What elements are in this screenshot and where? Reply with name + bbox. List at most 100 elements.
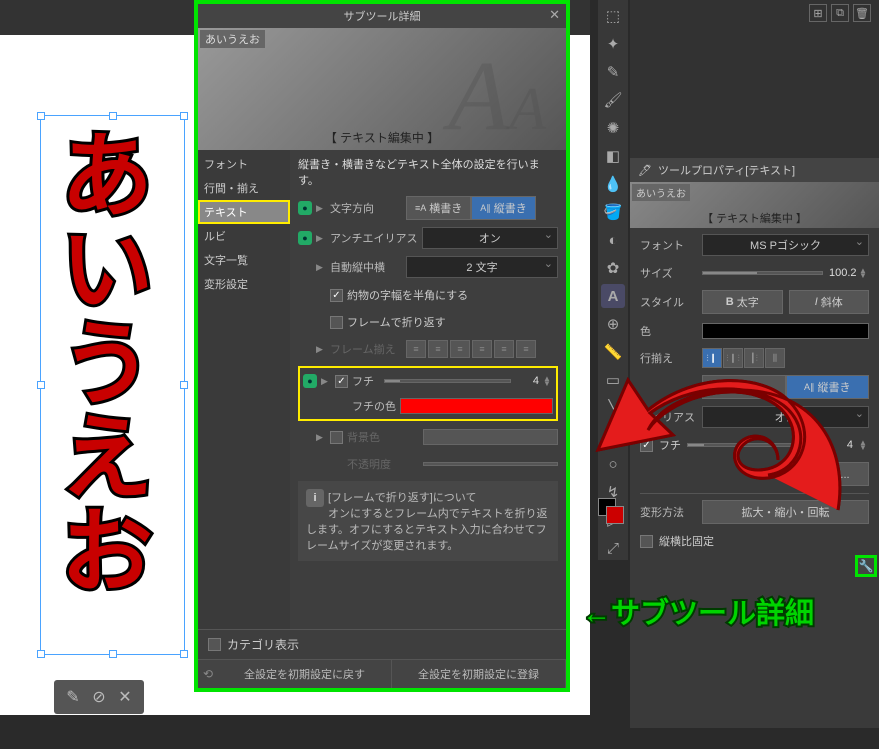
tool-eraser-icon[interactable]: ◧ — [601, 144, 625, 168]
edit-icon[interactable]: ✎ — [62, 686, 84, 708]
tool-frame-icon[interactable]: ▭ — [601, 368, 625, 392]
align-bot[interactable]: ┃⫶ — [744, 348, 764, 368]
panel-add-icon[interactable]: ⊞ — [809, 4, 827, 22]
tool-line-icon[interactable]: ╲ — [601, 396, 625, 420]
settings-button[interactable]: 設定... — [799, 462, 869, 486]
expand-icon[interactable]: ▶ — [316, 203, 326, 214]
tool-rect-icon[interactable]: □ — [601, 424, 625, 448]
tool-ellipse-icon[interactable]: ○ — [601, 452, 625, 476]
edge-label: フチ — [659, 437, 681, 453]
reset-all-button[interactable]: 全設定を初期設定に戻す — [218, 660, 392, 688]
transform-dropdown[interactable]: 拡大・縮小・回転 — [702, 500, 869, 524]
auto-tcy-dropdown[interactable]: 2 文字 — [406, 256, 558, 278]
expand-icon[interactable]: ▶ — [316, 344, 326, 355]
bgcolor-label: 背景色 — [347, 429, 419, 445]
halfwidth-checkbox[interactable] — [330, 289, 343, 302]
line-align-set: ⫶┃ ⫶┃⫶ ┃⫶ ⫼ — [702, 348, 785, 368]
aa-dropdown[interactable]: オン — [702, 406, 869, 428]
brush-icon: 🖊 — [638, 164, 652, 177]
frame-align-set: ≡≡ ≡≡ ≡≡ — [406, 340, 536, 358]
font-dropdown[interactable]: MS Pゴシック — [702, 234, 869, 256]
edge-slider[interactable] — [687, 443, 823, 447]
expand-icon[interactable]: ▶ — [316, 262, 326, 273]
tool-eyedrop-icon[interactable]: ⤢ — [601, 536, 625, 560]
sample-text[interactable]: あいうえお — [41, 116, 156, 606]
tool-wand-icon[interactable]: ✦ — [601, 32, 625, 56]
panel-preview: あいうえお 【 テキスト編集中 】 — [630, 182, 879, 228]
align-top[interactable]: ⫶┃ — [702, 348, 722, 368]
text-frame[interactable]: あいうえお — [40, 115, 185, 655]
tool-gradient-icon[interactable]: ◐ — [601, 228, 625, 252]
color-swatch[interactable] — [598, 498, 626, 526]
edge-checkbox[interactable] — [640, 439, 653, 452]
close-icon[interactable]: ✕ — [549, 7, 560, 23]
antialias-dropdown[interactable]: オン — [422, 227, 558, 249]
eye-icon[interactable]: ● — [298, 231, 312, 245]
panel-dup-icon[interactable]: ⧉ — [831, 4, 849, 22]
dialog-titlebar[interactable]: サブツール詳細 ✕ — [198, 4, 566, 28]
edge-stepper[interactable]: ▲▼ — [859, 440, 869, 450]
expand-icon[interactable]: ▶ — [316, 233, 326, 244]
align-just[interactable]: ⫼ — [765, 348, 785, 368]
preview-tag: あいうえお — [200, 30, 265, 48]
panel-title[interactable]: 🖊 ツールプロパティ[テキスト] — [630, 158, 879, 182]
reset-icon[interactable]: ⟲ — [198, 660, 218, 688]
auto-tcy-label: 自動縦中横 — [330, 259, 402, 275]
lock-ratio-checkbox[interactable] — [640, 535, 653, 548]
italic-button[interactable]: I斜体 — [789, 290, 870, 314]
size-slider[interactable] — [702, 271, 823, 275]
cat-text[interactable]: テキスト — [198, 200, 290, 224]
category-show-checkbox[interactable] — [208, 638, 221, 651]
eye-icon[interactable]: ● — [298, 201, 312, 215]
tool-blend-icon[interactable]: 💧 — [601, 172, 625, 196]
cancel-icon[interactable]: ✕ — [114, 686, 136, 708]
edge-value: 4 — [829, 439, 853, 451]
cat-transform[interactable]: 変形設定 — [198, 272, 290, 296]
edge-stepper[interactable]: ▲▼ — [543, 376, 553, 386]
bg-color-swatch — [423, 429, 558, 445]
tool-pen-icon[interactable]: ✎ — [601, 60, 625, 84]
edge-slider[interactable] — [384, 379, 511, 383]
cat-font[interactable]: フォント — [198, 152, 290, 176]
register-all-button[interactable]: 全設定を初期設定に登録 — [392, 660, 566, 688]
tool-lasso-icon[interactable]: ⬚ — [601, 4, 625, 28]
expand-icon[interactable]: ▶ — [316, 432, 326, 443]
confirm-icon[interactable]: ⊘ — [88, 686, 110, 708]
tool-balloon-icon[interactable]: ⊕ — [601, 312, 625, 336]
text-color-swatch[interactable] — [702, 323, 869, 339]
info-icon: i — [306, 489, 324, 507]
panel-trash-icon[interactable]: 🗑 — [853, 4, 871, 22]
category-description: 縦書き・横書きなどテキスト全体の設定を行います。 — [298, 156, 558, 188]
size-stepper[interactable]: ▲▼ — [859, 268, 869, 278]
tool-spray-icon[interactable]: ✺ — [601, 116, 625, 140]
dialog-preview: あいうえお AA 【 テキスト編集中 】 — [198, 28, 566, 150]
expand-icon[interactable]: ▶ — [321, 376, 331, 387]
color-label: 色 — [640, 323, 696, 339]
style-label: スタイル — [640, 294, 696, 310]
tool-ruler-icon[interactable]: 📏 — [601, 340, 625, 364]
tool-text-icon[interactable]: A — [601, 284, 625, 308]
align-mid[interactable]: ⫶┃⫶ — [723, 348, 743, 368]
direction-vertical[interactable]: A∥縦書き — [471, 196, 536, 220]
lock-ratio-label: 縦横比固定 — [659, 533, 714, 549]
bgcolor-checkbox[interactable] — [330, 431, 343, 444]
wrap-checkbox[interactable] — [330, 316, 343, 329]
edge-color-swatch[interactable] — [400, 398, 553, 414]
edge-checkbox[interactable] — [335, 375, 348, 388]
wrench-icon[interactable]: 🔧 — [855, 555, 877, 577]
subtool-detail-dialog: サブツール詳細 ✕ あいうえお AA 【 テキスト編集中 】 フォント 行間・揃… — [194, 0, 570, 692]
cat-line[interactable]: 行間・揃え — [198, 176, 290, 200]
dir-h[interactable]: 横書き — [702, 375, 786, 399]
tool-deco-icon[interactable]: ✿ — [601, 256, 625, 280]
direction-segment: 横書き A∥縦書き — [702, 375, 869, 399]
info-body: オンにするとフレーム内でテキストを折り返します。オフにするとテキスト入力に合わせ… — [306, 508, 547, 552]
cat-charlist[interactable]: 文字一覧 — [198, 248, 290, 272]
tool-brush-icon[interactable]: 🖌 — [601, 88, 625, 112]
cat-ruby[interactable]: ルビ — [198, 224, 290, 248]
tool-fill-icon[interactable]: 🪣 — [601, 200, 625, 224]
bold-button[interactable]: B太字 — [702, 290, 783, 314]
direction-horizontal[interactable]: ≡A横書き — [406, 196, 471, 220]
dir-v[interactable]: A∥縦書き — [786, 375, 870, 399]
reset-row: ⟲ 全設定を初期設定に戻す 全設定を初期設定に登録 — [198, 659, 566, 688]
eye-icon[interactable]: ● — [303, 374, 317, 388]
